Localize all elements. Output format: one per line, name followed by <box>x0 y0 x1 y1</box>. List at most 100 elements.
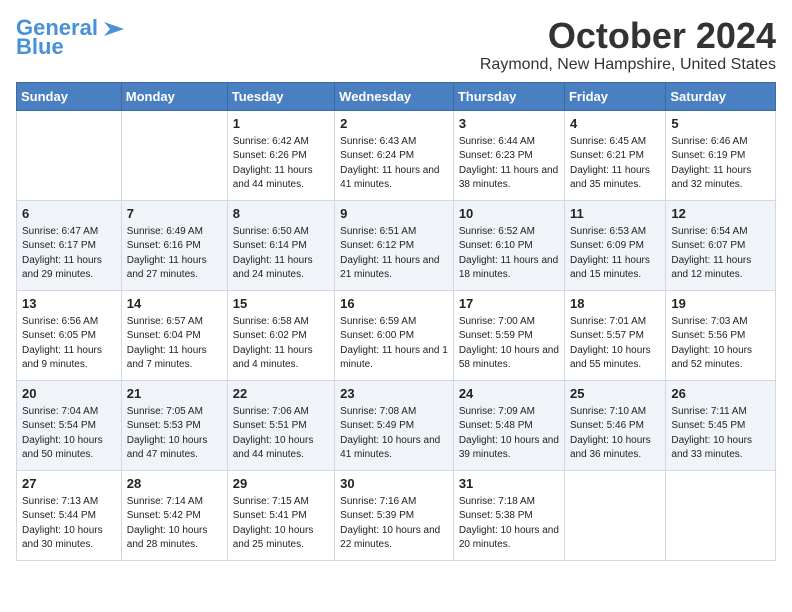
calendar-week-row: 1 Sunrise: 6:42 AMSunset: 6:26 PMDaylight… <box>17 110 776 200</box>
calendar-day-12: 12Sunrise: 6:54 AMSunset: 6:07 PMDayligh… <box>666 200 776 290</box>
day-number: 7 <box>127 205 222 223</box>
month-title: October 2024 <box>480 16 776 56</box>
weekday-header-sunday: Sunday <box>17 82 122 110</box>
weekday-header-monday: Monday <box>121 82 227 110</box>
day-number: 17 <box>459 295 559 313</box>
day-number: 18 <box>570 295 660 313</box>
calendar-day-empty <box>17 110 122 200</box>
day-number: 2 <box>340 115 448 133</box>
logo: General Blue <box>16 16 128 58</box>
day-number: 31 <box>459 475 559 493</box>
calendar-week-row: 6 Sunrise: 6:47 AMSunset: 6:17 PMDaylight… <box>17 200 776 290</box>
day-number: 28 <box>127 475 222 493</box>
calendar-table: SundayMondayTuesdayWednesdayThursdayFrid… <box>16 82 776 561</box>
day-info: Sunrise: 7:08 AMSunset: 5:49 PMDaylight:… <box>340 405 448 463</box>
day-number: 13 <box>22 295 116 313</box>
day-number: 29 <box>233 475 329 493</box>
calendar-day-8: 8Sunrise: 6:50 AMSunset: 6:14 PMDaylight… <box>227 200 334 290</box>
day-number: 16 <box>340 295 448 313</box>
weekday-header-row: SundayMondayTuesdayWednesdayThursdayFrid… <box>17 82 776 110</box>
day-info: Sunrise: 6:45 AMSunset: 6:21 PMDaylight:… <box>570 135 660 193</box>
calendar-day-20: 20 Sunrise: 7:04 AMSunset: 5:54 PMDayligh… <box>17 380 122 470</box>
day-number: 12 <box>671 205 770 223</box>
day-info: Sunrise: 7:18 AMSunset: 5:38 PMDaylight:… <box>459 495 559 553</box>
weekday-header-tuesday: Tuesday <box>227 82 334 110</box>
calendar-day-25: 25 Sunrise: 7:10 AMSunset: 5:46 PMDayligh… <box>564 380 665 470</box>
day-number: 14 <box>127 295 222 313</box>
day-number: 21 <box>127 385 222 403</box>
day-info: Sunrise: 6:57 AMSunset: 6:04 PMDaylight:… <box>127 315 222 373</box>
location-text: Raymond, New Hampshire, United States <box>480 56 776 74</box>
calendar-day-29: 29Sunrise: 7:15 AMSunset: 5:41 PMDayligh… <box>227 470 334 560</box>
day-number: 6 <box>22 205 116 223</box>
calendar-day-14: 14 Sunrise: 6:57 AMSunset: 6:04 PMDayligh… <box>121 290 227 380</box>
weekday-header-wednesday: Wednesday <box>335 82 454 110</box>
calendar-day-21: 21Sunrise: 7:05 AMSunset: 5:53 PMDayligh… <box>121 380 227 470</box>
day-number: 25 <box>570 385 660 403</box>
calendar-day-11: 11Sunrise: 6:53 AMSunset: 6:09 PMDayligh… <box>564 200 665 290</box>
day-number: 24 <box>459 385 559 403</box>
calendar-day-2: 2Sunrise: 6:43 AMSunset: 6:24 PMDaylight… <box>335 110 454 200</box>
calendar-day-7: 7 Sunrise: 6:49 AMSunset: 6:16 PMDaylight… <box>121 200 227 290</box>
calendar-week-row: 13 Sunrise: 6:56 AMSunset: 6:05 PMDayligh… <box>17 290 776 380</box>
calendar-day-17: 17 Sunrise: 7:00 AMSunset: 5:59 PMDayligh… <box>453 290 564 380</box>
day-number: 4 <box>570 115 660 133</box>
day-number: 9 <box>340 205 448 223</box>
page-header: General Blue October 2024 Raymond, New H… <box>16 16 776 74</box>
calendar-day-22: 22 Sunrise: 7:06 AMSunset: 5:51 PMDayligh… <box>227 380 334 470</box>
day-info: Sunrise: 7:13 AMSunset: 5:44 PMDaylight:… <box>22 495 116 553</box>
day-info: Sunrise: 7:00 AMSunset: 5:59 PMDaylight:… <box>459 315 559 373</box>
day-info: Sunrise: 7:03 AMSunset: 5:56 PMDaylight:… <box>671 315 770 373</box>
day-number: 22 <box>233 385 329 403</box>
calendar-day-10: 10Sunrise: 6:52 AMSunset: 6:10 PMDayligh… <box>453 200 564 290</box>
title-block: October 2024 Raymond, New Hampshire, Uni… <box>480 16 776 74</box>
day-number: 27 <box>22 475 116 493</box>
day-info: Sunrise: 6:47 AMSunset: 6:17 PMDaylight:… <box>22 225 116 283</box>
calendar-day-13: 13 Sunrise: 6:56 AMSunset: 6:05 PMDayligh… <box>17 290 122 380</box>
day-number: 8 <box>233 205 329 223</box>
calendar-day-empty <box>666 470 776 560</box>
calendar-week-row: 27 Sunrise: 7:13 AMSunset: 5:44 PMDayligh… <box>17 470 776 560</box>
day-number: 30 <box>340 475 448 493</box>
calendar-day-28: 28Sunrise: 7:14 AMSunset: 5:42 PMDayligh… <box>121 470 227 560</box>
day-info: Sunrise: 7:09 AMSunset: 5:48 PMDaylight:… <box>459 405 559 463</box>
day-info: Sunrise: 6:51 AMSunset: 6:12 PMDaylight:… <box>340 225 448 283</box>
calendar-day-23: 23Sunrise: 7:08 AMSunset: 5:49 PMDayligh… <box>335 380 454 470</box>
day-info: Sunrise: 7:10 AMSunset: 5:46 PMDaylight:… <box>570 405 660 463</box>
calendar-day-27: 27 Sunrise: 7:13 AMSunset: 5:44 PMDayligh… <box>17 470 122 560</box>
calendar-day-1: 1 Sunrise: 6:42 AMSunset: 6:26 PMDaylight… <box>227 110 334 200</box>
calendar-day-3: 3Sunrise: 6:44 AMSunset: 6:23 PMDaylight… <box>453 110 564 200</box>
day-number: 11 <box>570 205 660 223</box>
day-info: Sunrise: 7:06 AMSunset: 5:51 PMDaylight:… <box>233 405 329 463</box>
day-info: Sunrise: 6:49 AMSunset: 6:16 PMDaylight:… <box>127 225 222 283</box>
weekday-header-thursday: Thursday <box>453 82 564 110</box>
day-info: Sunrise: 6:44 AMSunset: 6:23 PMDaylight:… <box>459 135 559 193</box>
day-number: 20 <box>22 385 116 403</box>
calendar-day-18: 18 Sunrise: 7:01 AMSunset: 5:57 PMDayligh… <box>564 290 665 380</box>
calendar-day-15: 15Sunrise: 6:58 AMSunset: 6:02 PMDayligh… <box>227 290 334 380</box>
calendar-week-row: 20 Sunrise: 7:04 AMSunset: 5:54 PMDayligh… <box>17 380 776 470</box>
calendar-day-19: 19Sunrise: 7:03 AMSunset: 5:56 PMDayligh… <box>666 290 776 380</box>
calendar-day-4: 4 Sunrise: 6:45 AMSunset: 6:21 PMDaylight… <box>564 110 665 200</box>
calendar-day-empty <box>121 110 227 200</box>
calendar-day-6: 6 Sunrise: 6:47 AMSunset: 6:17 PMDaylight… <box>17 200 122 290</box>
day-info: Sunrise: 6:56 AMSunset: 6:05 PMDaylight:… <box>22 315 116 373</box>
day-info: Sunrise: 7:01 AMSunset: 5:57 PMDaylight:… <box>570 315 660 373</box>
day-info: Sunrise: 6:59 AMSunset: 6:00 PMDaylight:… <box>340 315 448 373</box>
calendar-day-26: 26Sunrise: 7:11 AMSunset: 5:45 PMDayligh… <box>666 380 776 470</box>
calendar-day-16: 16 Sunrise: 6:59 AMSunset: 6:00 PMDayligh… <box>335 290 454 380</box>
logo-blue: Blue <box>16 36 64 58</box>
day-info: Sunrise: 6:42 AMSunset: 6:26 PMDaylight:… <box>233 135 329 193</box>
day-info: Sunrise: 6:46 AMSunset: 6:19 PMDaylight:… <box>671 135 770 193</box>
calendar-day-5: 5 Sunrise: 6:46 AMSunset: 6:19 PMDaylight… <box>666 110 776 200</box>
day-number: 1 <box>233 115 329 133</box>
calendar-day-30: 30 Sunrise: 7:16 AMSunset: 5:39 PMDayligh… <box>335 470 454 560</box>
weekday-header-saturday: Saturday <box>666 82 776 110</box>
day-info: Sunrise: 7:04 AMSunset: 5:54 PMDaylight:… <box>22 405 116 463</box>
day-number: 26 <box>671 385 770 403</box>
day-info: Sunrise: 7:16 AMSunset: 5:39 PMDaylight:… <box>340 495 448 553</box>
day-number: 5 <box>671 115 770 133</box>
day-number: 15 <box>233 295 329 313</box>
calendar-day-24: 24 Sunrise: 7:09 AMSunset: 5:48 PMDayligh… <box>453 380 564 470</box>
calendar-day-31: 31 Sunrise: 7:18 AMSunset: 5:38 PMDayligh… <box>453 470 564 560</box>
